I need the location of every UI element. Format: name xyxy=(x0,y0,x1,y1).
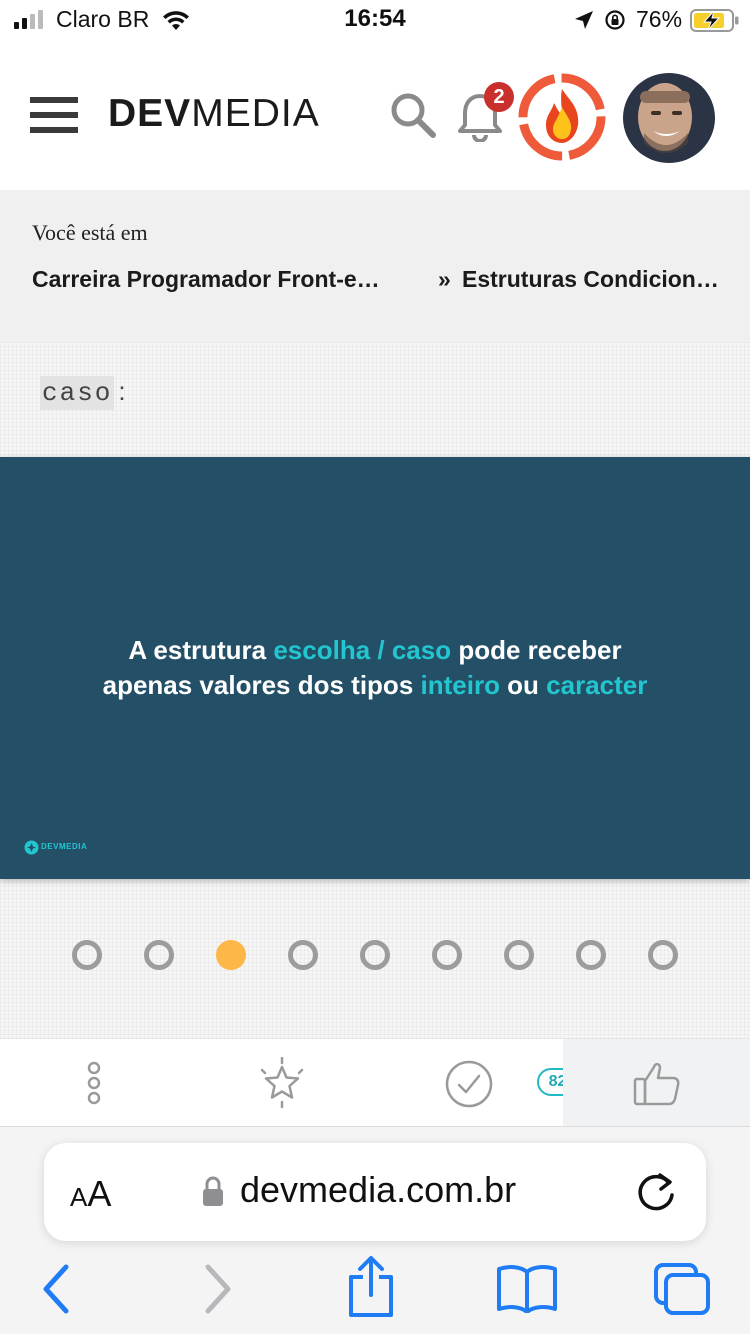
lock-icon xyxy=(203,1176,223,1206)
breadcrumb-item-conditionals[interactable]: Estruturas Condicion… xyxy=(462,266,740,293)
slide-text-line1-post: pode receber xyxy=(451,635,622,665)
breadcrumb: Você está em Carreira Programador Front-… xyxy=(0,190,750,342)
devmedia-logo[interactable]: DEVMEDIA xyxy=(108,92,320,136)
pagination-dot[interactable] xyxy=(504,940,534,970)
inline-code: caso xyxy=(40,376,115,410)
slide-highlight-caracter: caracter xyxy=(546,670,648,700)
streak-fire-icon[interactable] xyxy=(516,71,608,163)
article-action-bar: 828 xyxy=(0,1038,750,1127)
breadcrumb-separator: » xyxy=(438,266,451,292)
text-size-large-a: A xyxy=(87,1173,112,1214)
breadcrumb-item-career[interactable]: Carreira Programador Front-e… xyxy=(32,266,424,293)
site-header: DEVMEDIA 2 xyxy=(0,40,750,190)
share-icon[interactable] xyxy=(344,1255,398,1319)
reload-icon[interactable] xyxy=(636,1169,678,1213)
slide-text-line1-pre: A estrutura xyxy=(128,635,274,665)
pagination-dot[interactable] xyxy=(576,940,606,970)
code-suffix: : xyxy=(118,376,126,406)
thumbs-up-icon[interactable] xyxy=(632,1059,682,1107)
breadcrumb-label: Você está em xyxy=(32,220,148,245)
browser-toolbar: AA devmedia.com.br xyxy=(0,1126,750,1334)
article-content: caso: A estrutura escolha / caso pode re… xyxy=(0,342,750,1038)
battery-charging-icon xyxy=(690,9,739,32)
rotation-lock-icon xyxy=(605,10,625,30)
avatar[interactable] xyxy=(620,73,718,163)
pagination-dot[interactable] xyxy=(648,940,678,970)
check-circle-icon[interactable] xyxy=(444,1059,494,1109)
tabs-icon[interactable] xyxy=(652,1261,712,1317)
slide-highlight-inteiro: inteiro xyxy=(420,670,500,700)
inline-code-line: caso: xyxy=(40,376,126,410)
logo-text-bold: DEV xyxy=(108,92,192,135)
status-bar: Claro BR 16:54 76% xyxy=(0,0,750,40)
pagination-dot-active[interactable] xyxy=(216,940,246,970)
address-bar[interactable]: AA devmedia.com.br xyxy=(44,1143,706,1241)
slide-text: A estrutura escolha / caso pode receber … xyxy=(0,633,750,703)
search-icon[interactable] xyxy=(388,90,438,140)
star-icon[interactable] xyxy=(256,1057,308,1109)
slide-highlight-escolha-caso: escolha / caso xyxy=(273,635,452,665)
location-arrow-icon xyxy=(575,11,593,29)
pagination-dot[interactable] xyxy=(144,940,174,970)
bookmarks-icon[interactable] xyxy=(496,1263,558,1313)
menu-icon[interactable] xyxy=(30,97,78,133)
slide-pagination xyxy=(0,940,750,972)
more-vertical-icon[interactable] xyxy=(86,1061,102,1105)
pagination-dot[interactable] xyxy=(72,940,102,970)
devmedia-logo-icon xyxy=(24,840,39,855)
back-icon[interactable] xyxy=(38,1263,74,1315)
watermark-text: DEVMEDIA xyxy=(41,842,88,851)
url-text[interactable]: devmedia.com.br xyxy=(240,1169,516,1211)
forward-icon[interactable] xyxy=(200,1263,236,1315)
notification-badge: 2 xyxy=(484,82,514,112)
pagination-dot[interactable] xyxy=(432,940,462,970)
slide-text-line2-pre: apenas valores dos tipos xyxy=(102,670,421,700)
slide-watermark: DEVMEDIA xyxy=(24,840,94,856)
battery-percent: 76% xyxy=(636,6,683,32)
logo-text-light: MEDIA xyxy=(191,92,320,135)
pagination-dot[interactable] xyxy=(360,940,390,970)
slide-image[interactable]: A estrutura escolha / caso pode receber … xyxy=(0,457,750,879)
text-size-small-a: A xyxy=(70,1182,88,1212)
slide-text-line2-mid: ou xyxy=(499,670,547,700)
text-size-button[interactable]: AA xyxy=(70,1173,111,1215)
pagination-dot[interactable] xyxy=(288,940,318,970)
